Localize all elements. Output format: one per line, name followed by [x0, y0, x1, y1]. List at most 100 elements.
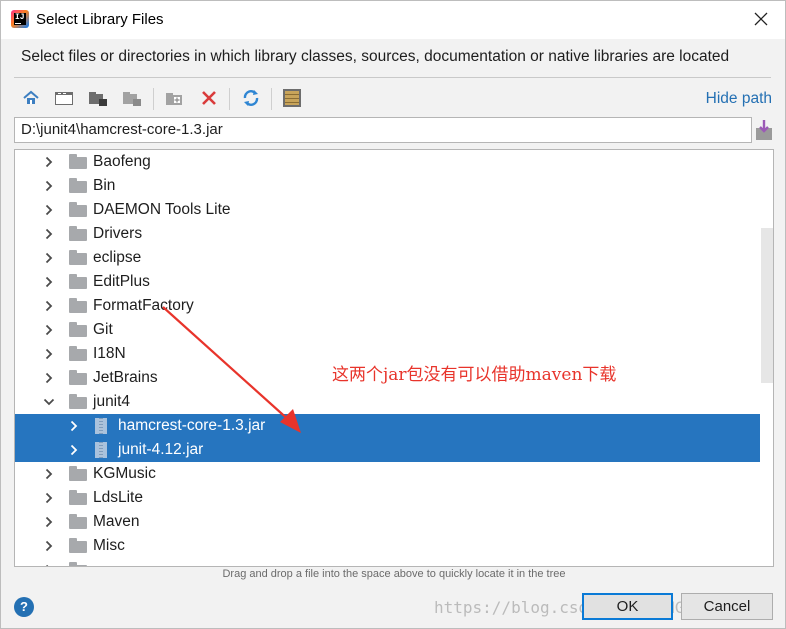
desktop-button[interactable] [53, 87, 75, 109]
tree-item-jar[interactable]: junit-4.12.jar [15, 438, 760, 462]
jar-icon [94, 442, 108, 458]
tree-item-label: Bin [93, 177, 116, 194]
folder-icon [69, 346, 87, 361]
chevron-right-icon[interactable] [43, 371, 55, 385]
chevron-right-icon[interactable] [43, 515, 55, 529]
folder-icon [69, 322, 87, 337]
module-button[interactable] [121, 87, 143, 109]
ok-button[interactable]: OK [582, 593, 673, 620]
folder-icon [69, 274, 87, 289]
refresh-icon [243, 90, 259, 106]
refresh-button[interactable] [240, 87, 262, 109]
tree-item-label: hamcrest-core-1.3.jar [118, 417, 266, 434]
tree-item-label: I18N [93, 345, 126, 362]
chevron-right-icon[interactable] [43, 179, 55, 193]
folder-icon [69, 154, 87, 169]
tree-item-folder[interactable]: Git [15, 318, 760, 342]
tree-item-folder[interactable]: KGMusic [15, 462, 760, 486]
tree-item-label: Git [93, 321, 113, 338]
chevron-right-icon[interactable] [43, 323, 55, 337]
intellij-app-icon: IJ [11, 10, 29, 28]
chevron-right-icon[interactable] [68, 419, 80, 433]
chevron-right-icon[interactable] [43, 251, 55, 265]
tree-item-label: Drivers [93, 225, 143, 242]
folder-icon [69, 394, 87, 409]
tree-item-folder[interactable] [15, 558, 760, 566]
tree-item-folder[interactable]: eclipse [15, 246, 760, 270]
tree-item-jar[interactable]: hamcrest-core-1.3.jar [15, 414, 760, 438]
new-folder-icon [166, 93, 182, 105]
chevron-right-icon[interactable] [43, 467, 55, 481]
tree-item-folder[interactable]: FormatFactory [15, 294, 760, 318]
tree-item-label: Misc [93, 537, 125, 554]
folder-icon [69, 226, 87, 241]
history-icon [756, 120, 772, 140]
folder-icon [69, 370, 87, 385]
delete-button[interactable] [198, 87, 220, 109]
project-icon [89, 92, 107, 106]
path-input[interactable]: D:\junit4\hamcrest-core-1.3.jar [14, 117, 752, 143]
chevron-right-icon[interactable] [43, 155, 55, 169]
tree-item-folder[interactable]: DAEMON Tools Lite [15, 198, 760, 222]
tree-item-label: FormatFactory [93, 297, 194, 314]
show-hidden-button[interactable] [281, 87, 303, 109]
chevron-right-icon[interactable] [68, 443, 80, 457]
tree-item-folder[interactable]: Bin [15, 174, 760, 198]
drag-drop-hint: Drag and drop a file into the space abov… [222, 568, 566, 580]
chevron-right-icon[interactable] [43, 299, 55, 313]
chevron-right-icon[interactable] [43, 347, 55, 361]
toolbar-separator [153, 88, 154, 110]
path-history-button[interactable] [755, 119, 773, 141]
chevron-right-icon[interactable] [43, 275, 55, 289]
chevron-right-icon[interactable] [43, 491, 55, 505]
show-hidden-icon [283, 89, 301, 107]
tree-item-folder[interactable]: Drivers [15, 222, 760, 246]
tree-item-label: junit4 [93, 393, 131, 410]
tree-item-label: eclipse [93, 249, 142, 266]
help-button[interactable]: ? [14, 597, 34, 617]
chevron-down-icon[interactable] [43, 395, 55, 409]
chevron-right-icon[interactable] [43, 203, 55, 217]
home-button[interactable] [20, 87, 42, 109]
tree-item-label: junit-4.12.jar [118, 441, 204, 458]
tree-item-label: LdsLite [93, 489, 143, 506]
project-button[interactable] [87, 87, 109, 109]
tree-item-folder[interactable]: LdsLite [15, 486, 760, 510]
chevron-right-icon[interactable] [43, 227, 55, 241]
new-folder-button[interactable] [164, 87, 186, 109]
toolbar [15, 85, 315, 113]
folder-icon [69, 514, 87, 529]
folder-icon [69, 490, 87, 505]
file-tree[interactable]: Misc Maven LdsLite KGMusic junit-4.12.jar ham… [14, 149, 774, 567]
folder-icon [69, 562, 87, 566]
cancel-button[interactable]: Cancel [681, 593, 773, 620]
toolbar-separator [271, 88, 272, 110]
tree-item-label: DAEMON Tools Lite [93, 201, 231, 218]
tree-scrollbar[interactable] [761, 228, 773, 383]
instruction-text: Select files or directories in which lib… [21, 48, 730, 65]
tree-item-label: Maven [93, 513, 140, 530]
tree-item-folder[interactable]: Misc [15, 534, 760, 558]
jar-icon [94, 418, 108, 434]
tree-item-folder[interactable]: EditPlus [15, 270, 760, 294]
select-library-files-dialog: IJ Select Library Files Select files or … [0, 0, 786, 629]
tree-item-folder[interactable]: Maven [15, 510, 760, 534]
tree-item-folder[interactable]: Baofeng [15, 150, 760, 174]
tree-item-label: JetBrains [93, 369, 158, 386]
folder-icon [69, 250, 87, 265]
close-button[interactable] [751, 9, 771, 29]
title-bar: IJ Select Library Files [1, 1, 785, 39]
chevron-right-icon[interactable] [43, 563, 55, 566]
folder-icon [69, 298, 87, 313]
chevron-right-icon[interactable] [43, 539, 55, 553]
toolbar-separator [229, 88, 230, 110]
annotation-text: 这两个jar包没有可以借助maven下载 [332, 365, 617, 385]
folder-icon [69, 178, 87, 193]
tree-item-folder[interactable]: junit4 [15, 390, 760, 414]
folder-icon [69, 538, 87, 553]
module-icon [123, 92, 141, 106]
tree-item-label: Baofeng [93, 153, 151, 170]
hide-path-link[interactable]: Hide path [706, 90, 772, 108]
folder-icon [69, 202, 87, 217]
tree-item-label: KGMusic [93, 465, 156, 482]
